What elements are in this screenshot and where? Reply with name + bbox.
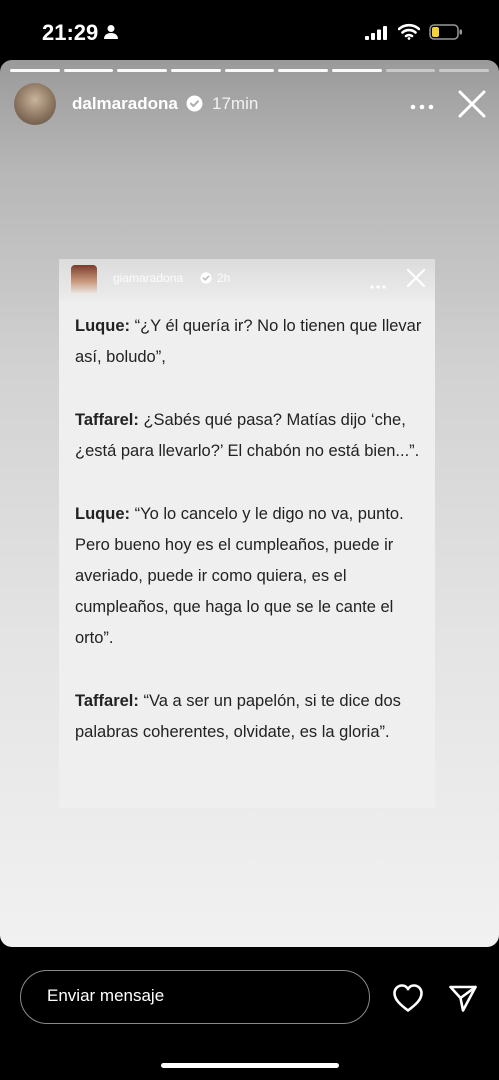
shared-more-icon xyxy=(370,276,386,294)
heart-icon[interactable] xyxy=(392,983,424,1018)
story-username[interactable]: dalmaradona xyxy=(72,94,178,114)
battery-icon xyxy=(429,24,463,45)
progress-segment xyxy=(439,69,490,72)
transcript-text: Luque: “¿Y él quería ir? No lo tienen qu… xyxy=(75,311,423,780)
progress-segment xyxy=(171,69,221,72)
verified-badge-icon xyxy=(186,95,203,117)
shared-story-header: giamaradona 2h xyxy=(59,259,435,301)
speaker-name: Luque: xyxy=(75,505,130,523)
quote-text: “Yo lo cancelo y le digo no va, punto. P… xyxy=(75,505,404,647)
message-placeholder: Enviar mensaje xyxy=(47,986,165,1005)
shared-verified-icon xyxy=(200,271,212,289)
speaker-name: Taffarel: xyxy=(75,411,139,429)
signal-icon xyxy=(365,26,387,45)
more-options-icon[interactable] xyxy=(410,97,434,115)
progress-segment xyxy=(117,69,168,72)
story-timestamp: 17min xyxy=(212,94,259,113)
transcript-paragraph: Taffarel: ¿Sabés qué pasa? Matías dijo ‘… xyxy=(75,405,423,467)
status-time: 21:29 xyxy=(42,20,99,45)
transcript-paragraph: Luque: “¿Y él quería ir? No lo tienen qu… xyxy=(75,311,423,373)
progress-segment xyxy=(385,69,436,72)
wifi-icon xyxy=(397,23,421,45)
progress-segment xyxy=(332,69,382,72)
transcript-paragraph: Taffarel: “Va a ser un papelón, si te di… xyxy=(75,686,423,748)
avatar[interactable] xyxy=(14,83,56,125)
message-field[interactable]: Enviar mensaje xyxy=(20,970,370,1024)
speaker-name: Taffarel: xyxy=(75,692,139,710)
shared-avatar xyxy=(71,265,97,295)
story-progress xyxy=(10,69,490,72)
send-icon[interactable] xyxy=(448,983,478,1018)
close-icon[interactable] xyxy=(457,89,487,124)
story-viewer[interactable]: dalmaradona 17min giamaradona 2h Luque: … xyxy=(0,60,499,947)
shared-username: giamaradona xyxy=(113,271,184,285)
progress-segment xyxy=(224,69,275,72)
home-indicator xyxy=(161,1063,339,1068)
transcript-paragraph: Luque: “Yo lo cancelo y le digo no va, p… xyxy=(75,499,423,654)
shared-timestamp: 2h xyxy=(217,271,231,285)
progress-segment xyxy=(10,69,60,72)
shared-close-icon xyxy=(406,268,426,293)
shared-story-screenshot: giamaradona 2h Luque: “¿Y él quería ir? … xyxy=(59,259,435,808)
progress-segment xyxy=(278,69,329,72)
progress-segment xyxy=(63,69,114,72)
person-icon xyxy=(104,24,118,45)
status-bar: 21:29 xyxy=(0,0,499,62)
speaker-name: Luque: xyxy=(75,317,130,335)
